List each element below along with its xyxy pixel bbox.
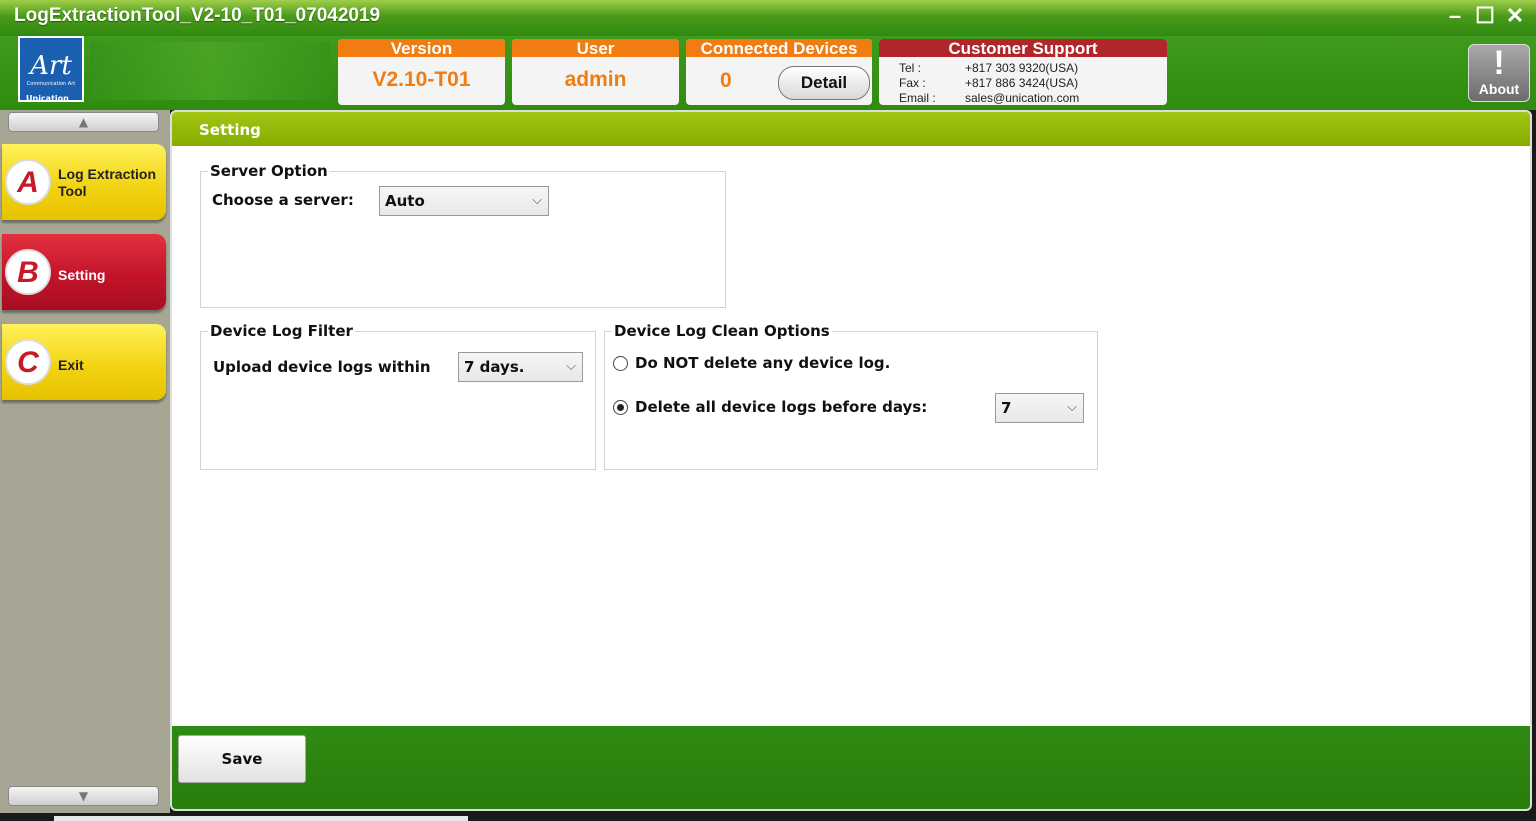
logo-caption: Communication Art [26,81,76,87]
exclamation-icon: ! [1493,44,1505,82]
keep-logs-label: Do NOT delete any device log. [635,354,891,372]
sidebar-item-label: Log Extraction Tool [58,166,157,199]
minimize-button[interactable]: – [1444,4,1466,28]
choose-server-label: Choose a server: [212,191,354,209]
panel-footer: Save [172,726,1530,809]
app-logo: Art Communication Art [18,36,84,102]
customer-support-label: Customer Support [879,39,1167,58]
taskbar-item [54,816,468,821]
version-label: Version [338,39,505,58]
tel-value: +817 303 9320(USA) [965,61,1079,75]
about-label: About [1478,81,1520,97]
server-option-legend: Server Option [210,162,328,180]
keep-logs-radio[interactable] [613,356,628,371]
header-decoration [90,42,330,100]
chevron-down-icon: ⌵ [566,359,576,374]
customer-support-box: Customer Support Tel : +817 303 9320(USA)… [879,39,1167,105]
letter-b-icon: B [5,249,51,295]
upload-days-select[interactable]: 7 days. ⌵ [458,352,583,382]
tel-key: Tel : [899,61,922,75]
version-box: Version V2.10-T01 [338,39,505,105]
app-header: Art Communication Art Unication Version … [0,36,1536,110]
chevron-down-icon: ⌵ [532,193,542,208]
connected-devices-label: Connected Devices [686,39,872,58]
sidebar-item-label: Setting [58,267,106,283]
logo-mark: Art [30,51,72,81]
delete-days-select[interactable]: 7 ⌵ [995,393,1084,423]
delete-days-value: 7 [1001,399,1012,417]
maximize-button[interactable]: ☐ [1474,4,1496,28]
device-log-clean-options-legend: Device Log Clean Options [614,322,830,340]
close-button[interactable]: ✕ [1504,4,1526,28]
fax-key: Fax : [899,76,926,90]
server-select[interactable]: Auto ⌵ [379,186,549,216]
letter-c-icon: C [5,339,51,385]
version-value: V2.10-T01 [372,68,471,91]
logo-brand-text: Unication [26,94,69,103]
sidebar-scroll-up-button[interactable]: ▲ [8,112,159,132]
window-controls: – ☐ ✕ [1444,4,1526,28]
device-log-filter-legend: Device Log Filter [210,322,353,340]
delete-logs-radio[interactable] [613,400,628,415]
user-label: User [512,39,679,58]
title-bar: LogExtractionTool_V2-10_T01_07042019 – ☐… [0,0,1536,36]
window-title: LogExtractionTool_V2-10_T01_07042019 [14,5,381,26]
delete-logs-label: Delete all device logs before days: [635,398,928,416]
connected-devices-box: Connected Devices 0 Detail [686,39,872,105]
settings-panel: Setting Server Option Choose a server: A… [170,110,1532,811]
sidebar-item-setting[interactable]: B Setting [2,234,166,310]
about-button[interactable]: ! About [1468,44,1530,102]
sidebar-item-log-extraction-tool[interactable]: A Log Extraction Tool [2,144,166,220]
connected-devices-count: 0 [720,69,732,92]
page-title: Setting [172,112,1530,146]
triangle-down-icon: ▼ [78,789,89,803]
sidebar-item-label: Exit [58,357,84,373]
save-button[interactable]: Save [178,735,306,783]
taskbar-strip [0,813,1536,821]
device-log-filter-group: Device Log Filter [200,322,596,470]
email-value: sales@unication.com [965,91,1080,105]
fax-value: +817 886 3424(USA) [965,76,1079,90]
sidebar-item-exit[interactable]: C Exit [2,324,166,400]
sidebar: ▲ A Log Extraction Tool B Setting C Exit… [0,110,170,821]
user-value: admin [564,68,627,91]
email-key: Email : [899,91,936,105]
upload-days-value: 7 days. [464,358,525,376]
letter-a-icon: A [5,159,51,205]
sidebar-scroll-down-button[interactable]: ▼ [8,786,159,806]
user-box: User admin [512,39,679,105]
chevron-down-icon: ⌵ [1067,400,1077,415]
upload-within-label: Upload device logs within [213,358,431,376]
server-option-group: Server Option [200,162,726,308]
server-select-value: Auto [385,192,425,210]
triangle-up-icon: ▲ [78,115,89,129]
support-contacts: Tel : +817 303 9320(USA) Fax : +817 886 34… [899,61,1079,105]
detail-button[interactable]: Detail [778,66,870,100]
